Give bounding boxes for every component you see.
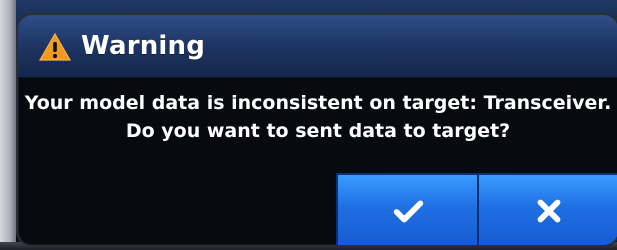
message-line-2: Do you want to sent data to target? bbox=[125, 120, 511, 142]
cancel-button[interactable] bbox=[477, 173, 617, 245]
device-bezel-left bbox=[0, 0, 16, 250]
warning-dialog: Warning Your model data is inconsistent … bbox=[16, 13, 617, 247]
check-icon bbox=[393, 200, 423, 223]
confirm-button[interactable] bbox=[336, 173, 477, 245]
message-line-1: Your model data is inconsistent on targe… bbox=[24, 92, 612, 114]
screen: Warning Your model data is inconsistent … bbox=[0, 0, 617, 250]
dialog-actions bbox=[336, 173, 617, 245]
dialog-message: Your model data is inconsistent on targe… bbox=[18, 89, 617, 145]
warning-icon bbox=[38, 32, 72, 61]
close-icon bbox=[537, 199, 560, 223]
dialog-titlebar: Warning bbox=[18, 15, 617, 78]
dialog-title: Warning bbox=[81, 31, 206, 61]
